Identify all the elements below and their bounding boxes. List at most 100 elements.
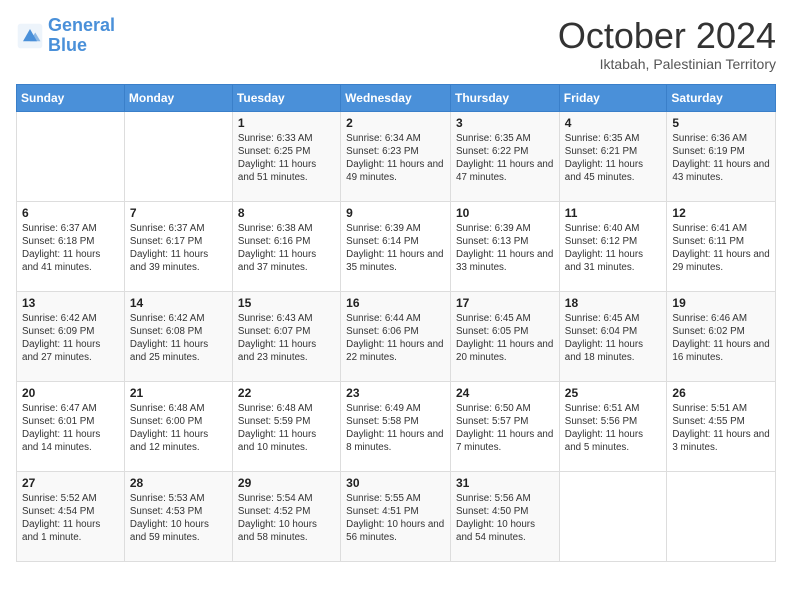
calendar-cell: 29Sunrise: 5:54 AM Sunset: 4:52 PM Dayli… <box>232 471 340 561</box>
calendar-cell: 16 Sunrise: 6:44 AM Sunset: 6:06 PM Dayli… <box>341 291 451 381</box>
month-title: October 2024 <box>558 16 776 56</box>
calendar-week-row: 27 Sunrise: 5:52 AM Sunset: 4:54 PM Dayli… <box>17 471 776 561</box>
calendar-week-row: 20 Sunrise: 6:47 AM Sunset: 6:01 PM Dayli… <box>17 381 776 471</box>
day-number: 3 <box>456 116 554 130</box>
day-number: 16 <box>346 296 445 310</box>
day-info: Sunrise: 5:54 AM Sunset: 4:52 PM Dayligh… <box>238 492 335 545</box>
day-info: Sunrise: 5:53 AM Sunset: 4:53 PM Dayligh… <box>130 492 227 545</box>
calendar-cell: 7 Sunrise: 6:37 AM Sunset: 6:17 PM Daylig… <box>124 201 232 291</box>
calendar-cell: 12 Sunrise: 6:41 AM Sunset: 6:11 PM Dayli… <box>667 201 776 291</box>
page-header: General Blue October 2024 Iktabah, Pales… <box>16 16 776 72</box>
day-info: Sunrise: 6:49 AM Sunset: 5:58 PM Dayligh… <box>346 402 445 455</box>
calendar-cell: 9 Sunrise: 6:39 AM Sunset: 6:14 PM Daylig… <box>341 201 451 291</box>
calendar-cell <box>17 111 125 201</box>
day-info: Sunrise: 6:37 AM Sunset: 6:17 PM Dayligh… <box>130 222 227 275</box>
calendar-cell: 13 Sunrise: 6:42 AM Sunset: 6:09 PM Dayli… <box>17 291 125 381</box>
logo: General Blue <box>16 16 115 56</box>
calendar-cell: 14 Sunrise: 6:42 AM Sunset: 6:08 PM Dayli… <box>124 291 232 381</box>
calendar-cell: 5 Sunrise: 6:36 AM Sunset: 6:19 PM Daylig… <box>667 111 776 201</box>
calendar-cell: 24Sunrise: 6:50 AM Sunset: 5:57 PM Dayli… <box>451 381 560 471</box>
calendar-week-row: 13 Sunrise: 6:42 AM Sunset: 6:09 PM Dayli… <box>17 291 776 381</box>
weekday-header: Sunday <box>17 84 125 111</box>
day-info: Sunrise: 6:47 AM Sunset: 6:01 PM Dayligh… <box>22 402 119 455</box>
calendar-week-row: 6 Sunrise: 6:37 AM Sunset: 6:18 PM Daylig… <box>17 201 776 291</box>
day-number: 15 <box>238 296 335 310</box>
day-info: Sunrise: 6:50 AM Sunset: 5:57 PM Dayligh… <box>456 402 554 455</box>
day-info: Sunrise: 6:33 AM Sunset: 6:25 PM Dayligh… <box>238 132 335 185</box>
day-number: 10 <box>456 206 554 220</box>
day-info: Sunrise: 6:34 AM Sunset: 6:23 PM Dayligh… <box>346 132 445 185</box>
calendar-cell: 27 Sunrise: 5:52 AM Sunset: 4:54 PM Dayli… <box>17 471 125 561</box>
day-info: Sunrise: 6:41 AM Sunset: 6:11 PM Dayligh… <box>672 222 770 275</box>
day-number: 1 <box>238 116 335 130</box>
day-info: Sunrise: 6:42 AM Sunset: 6:09 PM Dayligh… <box>22 312 119 365</box>
day-number: 9 <box>346 206 445 220</box>
calendar-table: SundayMondayTuesdayWednesdayThursdayFrid… <box>16 84 776 562</box>
day-number: 4 <box>565 116 662 130</box>
day-info: Sunrise: 6:48 AM Sunset: 5:59 PM Dayligh… <box>238 402 335 455</box>
day-number: 18 <box>565 296 662 310</box>
day-info: Sunrise: 5:56 AM Sunset: 4:50 PM Dayligh… <box>456 492 554 545</box>
calendar-cell: 1 Sunrise: 6:33 AM Sunset: 6:25 PM Daylig… <box>232 111 340 201</box>
day-number: 27 <box>22 476 119 490</box>
day-number: 21 <box>130 386 227 400</box>
day-info: Sunrise: 6:37 AM Sunset: 6:18 PM Dayligh… <box>22 222 119 275</box>
calendar-cell <box>124 111 232 201</box>
day-info: Sunrise: 6:35 AM Sunset: 6:22 PM Dayligh… <box>456 132 554 185</box>
calendar-cell: 6 Sunrise: 6:37 AM Sunset: 6:18 PM Daylig… <box>17 201 125 291</box>
day-info: Sunrise: 6:48 AM Sunset: 6:00 PM Dayligh… <box>130 402 227 455</box>
weekday-header: Tuesday <box>232 84 340 111</box>
day-info: Sunrise: 6:35 AM Sunset: 6:21 PM Dayligh… <box>565 132 662 185</box>
day-number: 28 <box>130 476 227 490</box>
day-info: Sunrise: 6:42 AM Sunset: 6:08 PM Dayligh… <box>130 312 227 365</box>
day-info: Sunrise: 6:51 AM Sunset: 5:56 PM Dayligh… <box>565 402 662 455</box>
day-info: Sunrise: 6:39 AM Sunset: 6:14 PM Dayligh… <box>346 222 445 275</box>
day-number: 23 <box>346 386 445 400</box>
day-number: 25 <box>565 386 662 400</box>
day-number: 5 <box>672 116 770 130</box>
weekday-header: Monday <box>124 84 232 111</box>
calendar-header: SundayMondayTuesdayWednesdayThursdayFrid… <box>17 84 776 111</box>
calendar-cell <box>667 471 776 561</box>
day-info: Sunrise: 6:44 AM Sunset: 6:06 PM Dayligh… <box>346 312 445 365</box>
calendar-cell: 8 Sunrise: 6:38 AM Sunset: 6:16 PM Daylig… <box>232 201 340 291</box>
calendar-cell: 30Sunrise: 5:55 AM Sunset: 4:51 PM Dayli… <box>341 471 451 561</box>
day-number: 31 <box>456 476 554 490</box>
day-info: Sunrise: 6:45 AM Sunset: 6:05 PM Dayligh… <box>456 312 554 365</box>
weekday-header: Thursday <box>451 84 560 111</box>
day-number: 22 <box>238 386 335 400</box>
day-number: 19 <box>672 296 770 310</box>
day-info: Sunrise: 5:55 AM Sunset: 4:51 PM Dayligh… <box>346 492 445 545</box>
day-number: 20 <box>22 386 119 400</box>
calendar-cell: 20 Sunrise: 6:47 AM Sunset: 6:01 PM Dayli… <box>17 381 125 471</box>
day-number: 14 <box>130 296 227 310</box>
day-number: 13 <box>22 296 119 310</box>
calendar-cell: 3 Sunrise: 6:35 AM Sunset: 6:22 PM Daylig… <box>451 111 560 201</box>
calendar-cell: 11 Sunrise: 6:40 AM Sunset: 6:12 PM Dayli… <box>559 201 667 291</box>
location: Iktabah, Palestinian Territory <box>558 56 776 72</box>
calendar-cell: 21 Sunrise: 6:48 AM Sunset: 6:00 PM Dayli… <box>124 381 232 471</box>
calendar-week-row: 1 Sunrise: 6:33 AM Sunset: 6:25 PM Daylig… <box>17 111 776 201</box>
day-info: Sunrise: 6:40 AM Sunset: 6:12 PM Dayligh… <box>565 222 662 275</box>
day-info: Sunrise: 5:52 AM Sunset: 4:54 PM Dayligh… <box>22 492 119 545</box>
calendar-cell: 10 Sunrise: 6:39 AM Sunset: 6:13 PM Dayli… <box>451 201 560 291</box>
day-number: 8 <box>238 206 335 220</box>
calendar-cell: 23 Sunrise: 6:49 AM Sunset: 5:58 PM Dayli… <box>341 381 451 471</box>
day-info: Sunrise: 6:36 AM Sunset: 6:19 PM Dayligh… <box>672 132 770 185</box>
day-number: 17 <box>456 296 554 310</box>
day-number: 7 <box>130 206 227 220</box>
day-info: Sunrise: 6:38 AM Sunset: 6:16 PM Dayligh… <box>238 222 335 275</box>
day-info: Sunrise: 6:45 AM Sunset: 6:04 PM Dayligh… <box>565 312 662 365</box>
calendar-cell: 4 Sunrise: 6:35 AM Sunset: 6:21 PM Daylig… <box>559 111 667 201</box>
day-number: 11 <box>565 206 662 220</box>
day-number: 12 <box>672 206 770 220</box>
calendar-cell: 17 Sunrise: 6:45 AM Sunset: 6:05 PM Dayli… <box>451 291 560 381</box>
day-number: 6 <box>22 206 119 220</box>
calendar-cell: 25 Sunrise: 6:51 AM Sunset: 5:56 PM Dayli… <box>559 381 667 471</box>
day-info: Sunrise: 6:39 AM Sunset: 6:13 PM Dayligh… <box>456 222 554 275</box>
day-number: 2 <box>346 116 445 130</box>
calendar-cell: 15Sunrise: 6:43 AM Sunset: 6:07 PM Dayli… <box>232 291 340 381</box>
day-info: Sunrise: 6:46 AM Sunset: 6:02 PM Dayligh… <box>672 312 770 365</box>
calendar-cell <box>559 471 667 561</box>
calendar-cell: 26Sunrise: 5:51 AM Sunset: 4:55 PM Dayli… <box>667 381 776 471</box>
